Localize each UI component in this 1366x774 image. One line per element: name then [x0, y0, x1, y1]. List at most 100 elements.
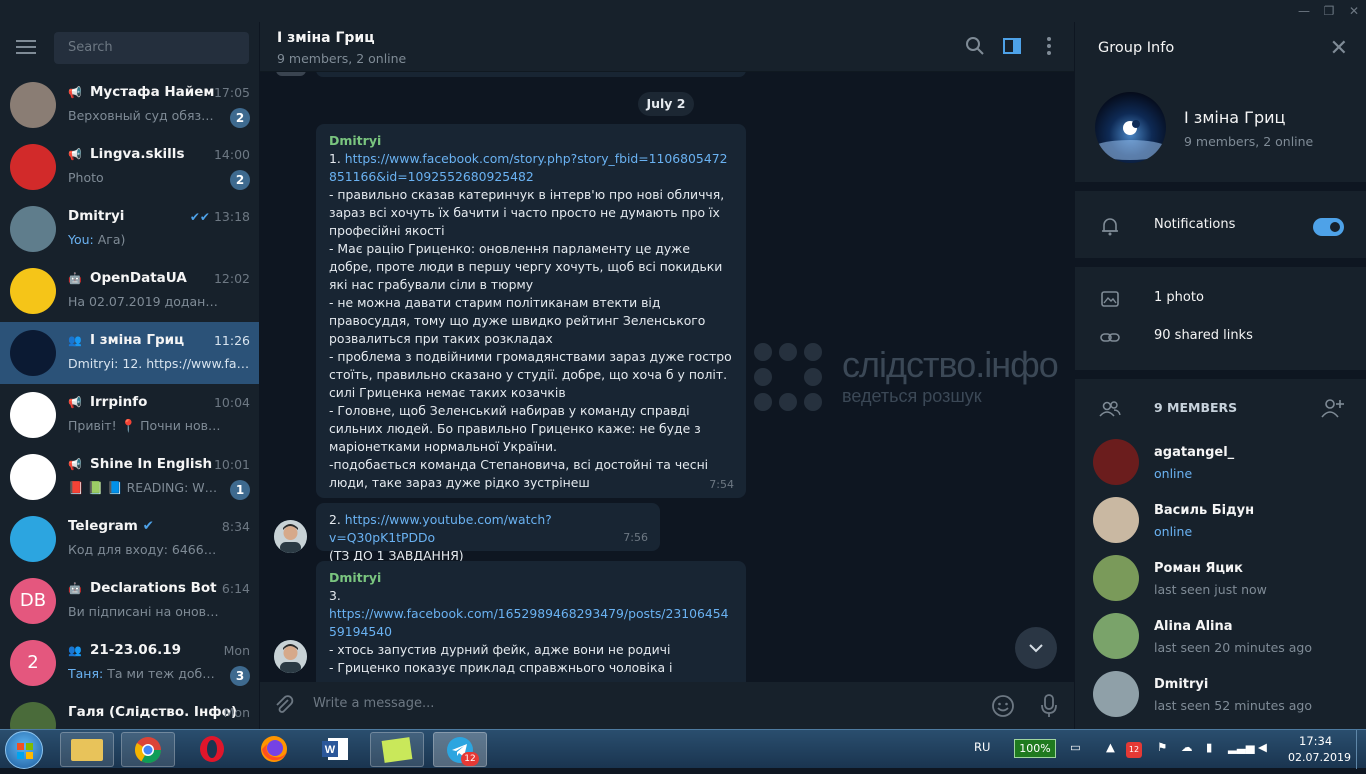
member-item[interactable]: agatangel_ online	[1075, 435, 1366, 493]
scroll-down-button[interactable]	[1015, 627, 1057, 669]
taskbar-opera[interactable]	[185, 732, 239, 767]
notifications-toggle[interactable]	[1313, 218, 1344, 236]
battery-indicator[interactable]: 100%	[1014, 739, 1056, 758]
message-bubble[interactable]: Dmitryi 3. https://www.facebook.com/1652…	[316, 561, 746, 693]
message-input-bar: Write a message...	[260, 682, 1074, 729]
chat-list-sidebar: Search 📢 Мустафа Найем 17:05 Верховный суд …	[0, 22, 260, 729]
chat-list-item[interactable]: 🤖OpenDataUA 12:02 На 02.07.2019 додано 2 с…	[0, 260, 259, 322]
list-number: 1.	[329, 151, 345, 166]
language-indicator[interactable]: RU	[974, 740, 990, 754]
list-number: 2.	[329, 512, 345, 527]
avatar[interactable]	[274, 640, 307, 673]
avatar	[1093, 497, 1139, 543]
add-member-icon[interactable]	[1321, 397, 1345, 419]
message-sender[interactable]: Dmitryi	[329, 132, 733, 150]
clock-time[interactable]: 17:34	[1299, 734, 1332, 748]
notifications-row[interactable]: Notifications	[1075, 208, 1366, 244]
more-icon[interactable]	[1038, 35, 1060, 57]
volume-icon[interactable]: ◀	[1258, 740, 1267, 754]
chat-list-item[interactable]: 2 👥 21-23.06.19 Mon Таня: Та ми теж добре :)…	[0, 632, 259, 694]
chat-list-item[interactable]: 📢 Lingva.skills 14:00 Photo 2	[0, 136, 259, 198]
avatar[interactable]	[274, 520, 307, 553]
chat-list-item[interactable]: 👥 І зміна Гриц 11:26 Dmitryi: 12. https://w…	[0, 322, 259, 384]
chat-name: Dmitryi	[68, 208, 125, 224]
chat-preview: Ви підписані на оновлення ...	[68, 604, 221, 619]
message-bubble[interactable]: Dmitryi 1. https://www.facebook.com/stor…	[316, 124, 746, 498]
member-item[interactable]: Dmitryi last seen 52 minutes ago	[1075, 667, 1366, 725]
chat-list-item[interactable]: 📢 Shine In English 10:01 📕 📗 📘 READING: WO.…	[0, 446, 259, 508]
taskbar-chrome[interactable]	[121, 732, 175, 767]
chat-name: 📢 Irrpinfo	[68, 394, 148, 410]
sidebar-toggle-icon[interactable]	[1001, 35, 1023, 57]
network-cloud-icon[interactable]: ☁	[1181, 740, 1193, 754]
action-center-flag-icon[interactable]: ⚑	[1157, 740, 1167, 754]
group-avatar[interactable]	[1095, 92, 1166, 163]
bell-icon	[1102, 218, 1118, 236]
shared-photos-row[interactable]: 1 photo	[1075, 281, 1366, 317]
member-item[interactable]: Alina Alina last seen 20 minutes ago	[1075, 609, 1366, 667]
tray-device-icon[interactable]: ▭	[1070, 740, 1081, 754]
chat-header[interactable]: І зміна Гриц 9 members, 2 online	[260, 22, 1074, 72]
taskbar-word[interactable]: W	[308, 732, 362, 767]
message-link[interactable]: https://www.facebook.com/story.php?story…	[329, 151, 727, 184]
clock-date[interactable]: 02.07.2019	[1288, 751, 1351, 764]
chat-name: 📢 Мустафа Найем	[68, 84, 215, 100]
chat-list-item[interactable]: Telegram ✔ 8:34Код для входу: 64660. Не п…	[0, 508, 259, 570]
megaphone-icon: 📢	[68, 458, 82, 471]
message-sender[interactable]: Dmitryi	[329, 569, 733, 587]
chat-preview: Таня: Та ми теж добре :)	[68, 666, 221, 681]
message-bubble[interactable]: 2. https://www.youtube.com/watch?v=Q30pK…	[316, 503, 660, 563]
avatar	[10, 82, 56, 128]
search-input[interactable]: Search	[54, 32, 249, 64]
taskbar-explorer[interactable]	[60, 732, 114, 767]
chat-preview: Верховный суд обязал ...	[68, 108, 221, 123]
group-icon: 👥	[68, 334, 82, 347]
maximize-button[interactable]: ❐	[1315, 0, 1343, 22]
chevron-down-icon	[1029, 644, 1043, 653]
windows-logo-icon	[17, 743, 33, 759]
taskbar-sticky-notes[interactable]	[370, 732, 424, 767]
message-link[interactable]: https://www.facebook.com/165298946829347…	[329, 605, 733, 641]
word-icon: W	[322, 738, 348, 760]
message-link[interactable]: https://www.youtube.com/watch?v=Q30pK1tP…	[329, 512, 552, 545]
photo-icon	[1101, 291, 1119, 307]
avatar-initials: DB	[19, 590, 47, 611]
start-button[interactable]	[5, 731, 43, 769]
chat-list-item[interactable]: DB 🤖 Declarations Bot 6:14 Ви підписані на о…	[0, 570, 259, 632]
taskbar-telegram[interactable]: 12	[433, 732, 487, 767]
message-link-line: 2. https://www.youtube.com/watch?v=Q30pK…	[329, 511, 647, 547]
avatar	[1093, 555, 1139, 601]
list-number: 3.	[329, 588, 341, 603]
close-window-button[interactable]: ✕	[1340, 0, 1366, 22]
battery-icon[interactable]: ▮	[1206, 740, 1212, 754]
tray-notification-badge[interactable]: 12	[1126, 742, 1142, 758]
chat-list-item[interactable]: Dmitryi ✔✔ 13:18 You: Ага)	[0, 198, 259, 260]
chat-list-item[interactable]: 📢 Мустафа Найем 17:05 Верховный суд обязал …	[0, 74, 259, 136]
member-item[interactable]: Роман Яцик last seen just now	[1075, 551, 1366, 609]
megaphone-icon: 📢	[68, 86, 82, 99]
message-input[interactable]: Write a message...	[313, 696, 434, 711]
show-desktop-button[interactable]	[1356, 730, 1366, 769]
watermark-subtitle: ведеться розшук	[842, 386, 982, 406]
shared-links-row[interactable]: 90 shared links	[1075, 319, 1366, 355]
avatar	[10, 144, 56, 190]
attach-icon[interactable]	[273, 694, 295, 716]
emoji-icon[interactable]	[991, 694, 1015, 718]
chat-list-item[interactable]: Галя (Слідство. Інфо) Mon	[0, 694, 259, 729]
show-hidden-icons[interactable]: ▲	[1106, 740, 1115, 754]
search-icon[interactable]	[964, 35, 986, 57]
chat-preview: На 02.07.2019 додано 2 судо...	[68, 294, 221, 309]
menu-icon[interactable]	[16, 40, 36, 54]
member-item[interactable]: Василь Бідун online	[1075, 493, 1366, 551]
minimize-button[interactable]: —	[1290, 0, 1318, 22]
taskbar-firefox[interactable]	[247, 732, 301, 767]
close-icon[interactable]: ✕	[1330, 36, 1348, 61]
bot-icon: 🤖	[68, 582, 82, 595]
chat-title[interactable]: І зміна Гриц	[277, 30, 375, 46]
microphone-icon[interactable]	[1039, 693, 1059, 719]
signal-icon[interactable]: ▂▃▅	[1228, 740, 1255, 754]
chat-list-item[interactable]: 📢Irrpinfo 10:04 Привіт! 📍 Почни нове жит..…	[0, 384, 259, 446]
message-time: 7:54	[709, 478, 734, 491]
chat-area: І зміна Гриц 9 members, 2 online July 2 …	[260, 22, 1074, 729]
chat-name: 📢 Shine In English	[68, 456, 213, 472]
